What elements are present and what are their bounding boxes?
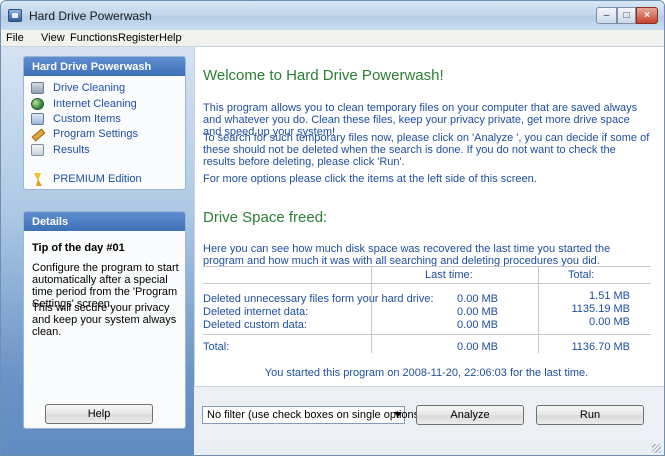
table-row-last: 0.00 MB xyxy=(457,319,498,331)
total-row-total: 1136.70 MB xyxy=(571,341,630,353)
sidebar-item-label: Program Settings xyxy=(53,128,138,140)
app-window: Hard Drive Powerwash – □ × File View Fun… xyxy=(0,0,665,456)
table-row-total: 1135.19 MB xyxy=(571,303,630,315)
navigation-panel-header: Hard Drive Powerwash xyxy=(24,57,185,76)
sidebar-item-program-settings[interactable]: Program Settings xyxy=(31,128,181,142)
menu-view[interactable]: View xyxy=(41,32,65,44)
status-bar xyxy=(194,442,664,455)
drive-space-freed-title: Drive Space freed: xyxy=(203,209,328,226)
freed-info-text: Here you can see how much disk space was… xyxy=(203,243,611,267)
tip-title: Tip of the day #01 xyxy=(32,242,125,254)
results-icon xyxy=(31,144,44,156)
sidebar-item-results[interactable]: Results xyxy=(31,144,181,158)
sidebar-item-custom-items[interactable]: Custom Items xyxy=(31,113,181,127)
help-button[interactable]: Help xyxy=(45,404,153,424)
lightning-icon xyxy=(31,173,44,186)
run-button[interactable]: Run xyxy=(536,405,644,425)
analyze-button[interactable]: Analyze xyxy=(416,405,524,425)
menu-file[interactable]: File xyxy=(6,32,24,44)
menu-bar: File View Functions Register Help xyxy=(1,30,664,47)
window-title: Hard Drive Powerwash xyxy=(29,9,152,23)
details-panel-header: Details xyxy=(24,212,185,231)
total-row-last: 0.00 MB xyxy=(457,341,498,353)
close-button[interactable]: × xyxy=(636,7,658,24)
custom-items-icon xyxy=(31,113,44,125)
more-options-text: For more options please click the items … xyxy=(203,173,537,185)
resize-grip-icon[interactable] xyxy=(652,444,661,453)
sidebar-item-label: Custom Items xyxy=(53,113,121,125)
filter-select[interactable]: No filter (use check boxes on single opt… xyxy=(202,406,468,424)
navigation-panel: Hard Drive Powerwash Drive Cleaning Inte… xyxy=(23,56,186,190)
divider xyxy=(203,283,651,284)
details-panel: Details Tip of the day #01 Configure the… xyxy=(23,211,186,429)
maximize-button[interactable]: □ xyxy=(617,7,636,24)
divider xyxy=(203,334,651,335)
nav-list: Drive Cleaning Internet Cleaning Custom … xyxy=(24,76,185,189)
stats-table: Last time: Total: Deleted unnecessary fi… xyxy=(203,266,651,353)
table-row-label: Deleted custom data: xyxy=(203,319,307,331)
globe-icon xyxy=(31,98,44,110)
wrench-icon xyxy=(31,128,44,140)
title-bar[interactable]: Hard Drive Powerwash – □ × xyxy=(1,1,664,30)
divider xyxy=(371,266,372,353)
sidebar: Hard Drive Powerwash Drive Cleaning Inte… xyxy=(1,47,194,455)
minimize-button[interactable]: – xyxy=(596,7,617,24)
sidebar-item-drive-cleaning[interactable]: Drive Cleaning xyxy=(31,82,181,96)
sidebar-item-label: Results xyxy=(53,144,90,156)
sidebar-item-label: Drive Cleaning xyxy=(53,82,126,94)
table-row-total: 1.51 MB xyxy=(589,290,630,302)
tip-text-secondary: This will secure your privacy and keep y… xyxy=(32,302,177,338)
main-content: Welcome to Hard Drive Powerwash! This pr… xyxy=(194,47,664,386)
column-header-total: Total: xyxy=(568,269,595,281)
action-bar: No filter (use check boxes on single opt… xyxy=(194,386,664,442)
drive-icon xyxy=(31,82,44,94)
app-icon xyxy=(8,9,22,22)
sidebar-item-premium-edition[interactable]: PREMIUM Edition xyxy=(31,173,181,187)
column-header-last-time: Last time: xyxy=(425,269,473,281)
sidebar-item-internet-cleaning[interactable]: Internet Cleaning xyxy=(31,98,181,112)
menu-register[interactable]: Register xyxy=(118,32,159,44)
chevron-down-icon[interactable] xyxy=(394,412,402,417)
total-row-label: Total: xyxy=(203,341,230,353)
table-row-last: 0.00 MB xyxy=(457,293,498,305)
table-row-label: Deleted internet data: xyxy=(203,306,309,318)
sidebar-item-label: PREMIUM Edition xyxy=(53,173,142,185)
menu-functions[interactable]: Functions xyxy=(70,32,118,44)
divider xyxy=(203,266,651,267)
table-row-last: 0.00 MB xyxy=(457,306,498,318)
search-info-text: To search for such temporary files now, … xyxy=(203,132,650,168)
menu-help[interactable]: Help xyxy=(159,32,182,44)
divider xyxy=(538,266,539,353)
last-started-text: You started this program on 2008-11-20, … xyxy=(264,367,589,379)
welcome-title: Welcome to Hard Drive Powerwash! xyxy=(203,67,444,84)
table-row-total: 0.00 MB xyxy=(589,316,630,328)
sidebar-item-label: Internet Cleaning xyxy=(53,98,137,110)
